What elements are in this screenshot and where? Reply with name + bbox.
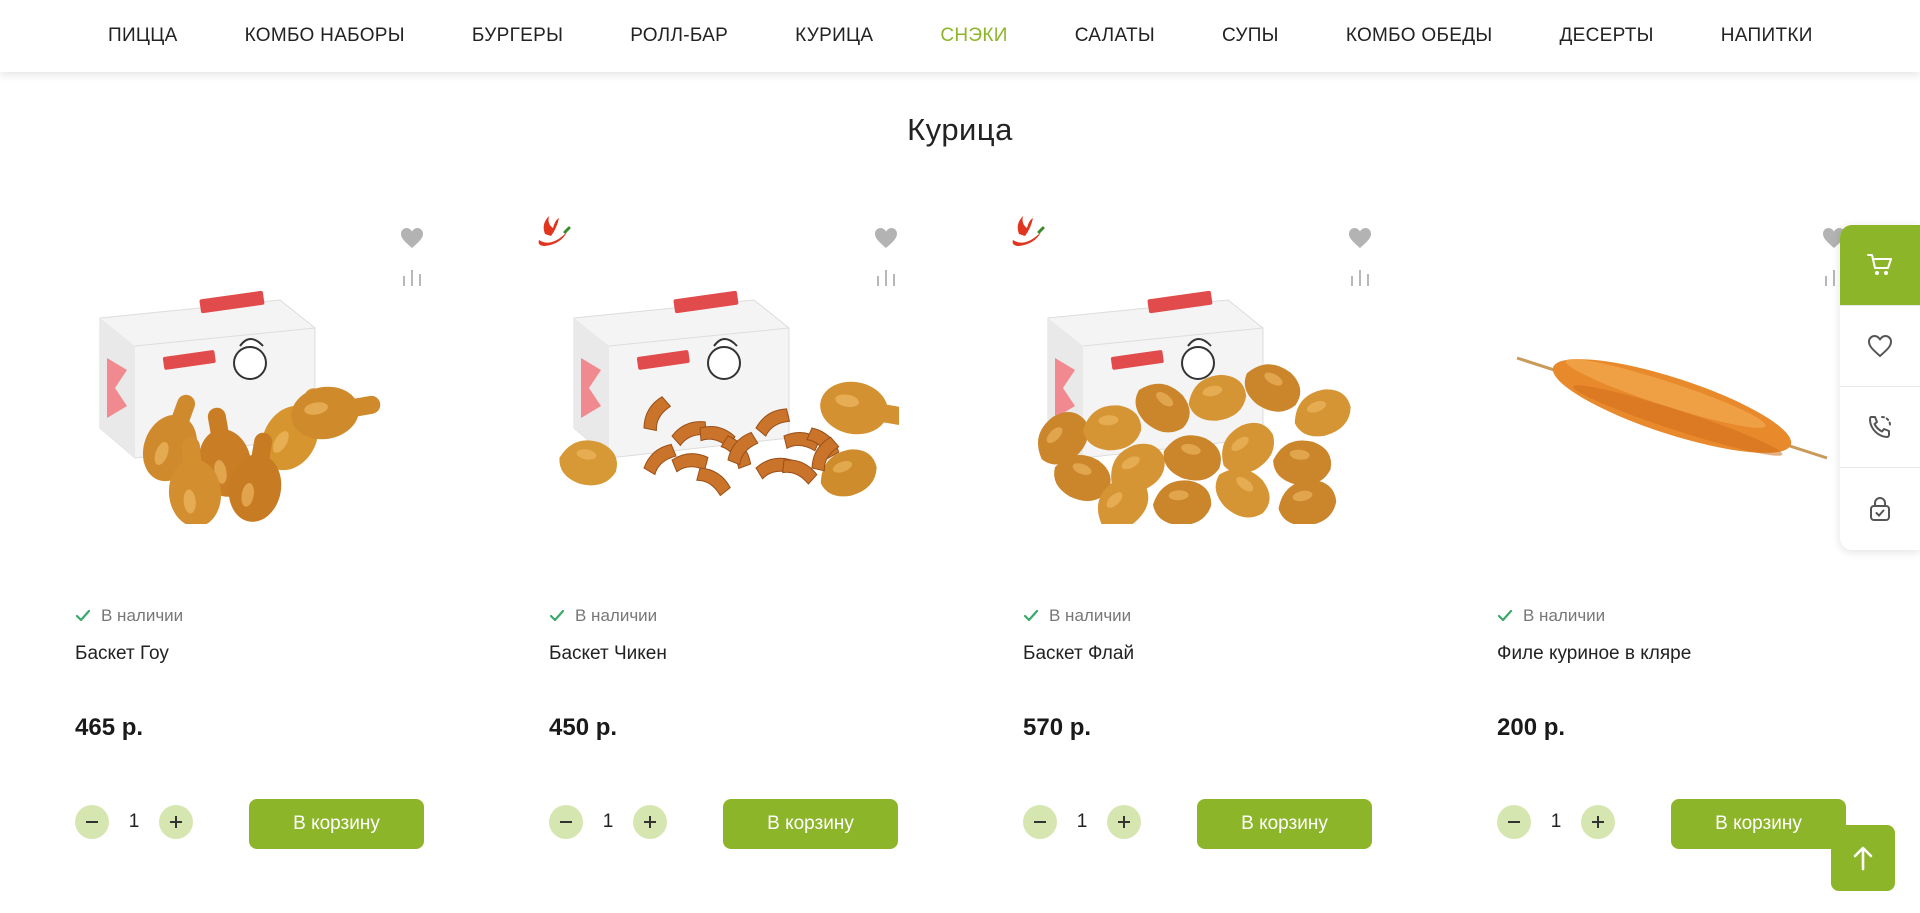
nav-item[interactable]: ПИЦЦА — [108, 25, 178, 47]
minus-icon — [86, 821, 98, 823]
nav-item[interactable]: НАПИТКИ — [1721, 25, 1813, 47]
product-card: В наличии Филе куриное в кляре 200 р. 1 В ко… — [1497, 200, 1847, 860]
nav-item[interactable]: БУРГЕРЫ — [472, 25, 563, 47]
minus-icon — [1508, 821, 1520, 823]
product-name[interactable]: Баскет Чикен — [549, 643, 667, 665]
sidebar-account-button[interactable] — [1840, 468, 1920, 549]
stock-label: В наличии — [1523, 606, 1606, 625]
favorite-icon[interactable] — [399, 226, 425, 250]
sidebar-callback-button[interactable] — [1840, 387, 1920, 468]
check-icon — [549, 609, 565, 622]
cart-icon — [1867, 254, 1892, 275]
quantity-stepper: 1 — [549, 805, 667, 839]
nav-item[interactable]: СУПЫ — [1222, 25, 1279, 47]
chili-icon — [538, 216, 571, 246]
stock-label: В наличии — [101, 606, 184, 625]
nav-item[interactable]: КОМБО ОБЕДЫ — [1346, 25, 1493, 47]
quantity-value[interactable]: 1 — [109, 811, 159, 833]
sidebar-favorites-button[interactable] — [1840, 306, 1920, 387]
favorite-icon[interactable] — [1347, 226, 1373, 250]
plus-icon — [1592, 816, 1604, 828]
product-name[interactable]: Филе куриное в кляре — [1497, 643, 1691, 665]
add-to-cart-button[interactable]: В корзину — [1197, 799, 1372, 849]
decrease-button[interactable] — [549, 805, 583, 839]
quantity-stepper: 1 — [75, 805, 193, 839]
product-image[interactable] — [75, 288, 425, 524]
category-nav-list: ПИЦЦА КОМБО НАБОРЫ БУРГЕРЫ РОЛЛ-БАР КУРИЦА СН… — [108, 25, 1813, 47]
product-card: В наличии Баскет Гоу 465 р. 1 В корзину — [75, 200, 425, 860]
sidebar-cart-button[interactable] — [1840, 225, 1920, 306]
favorite-icon[interactable] — [873, 226, 899, 250]
stock-status: В наличии — [75, 606, 183, 626]
product-image[interactable] — [1023, 288, 1373, 524]
heart-icon — [1868, 335, 1892, 357]
chili-icon — [1012, 216, 1045, 246]
scroll-to-top-button[interactable] — [1831, 825, 1895, 891]
plus-icon — [644, 816, 656, 828]
nav-item[interactable]: САЛАТЫ — [1075, 25, 1155, 47]
nav-item[interactable]: СНЭКИ — [940, 25, 1007, 47]
stock-status: В наличии — [549, 606, 657, 626]
product-card: В наличии Баскет Чикен 450 р. 1 В корзину — [538, 200, 899, 860]
arrow-up-icon — [1853, 846, 1873, 871]
check-icon — [75, 609, 91, 622]
stock-label: В наличии — [575, 606, 658, 625]
product-price: 570 р. — [1023, 714, 1092, 741]
decrease-button[interactable] — [1023, 805, 1057, 839]
decrease-button[interactable] — [75, 805, 109, 839]
quantity-stepper: 1 — [1023, 805, 1141, 839]
minus-icon — [1034, 821, 1046, 823]
section-title: Курица — [907, 112, 1013, 147]
product-price: 200 р. — [1497, 714, 1566, 741]
minus-icon — [560, 821, 572, 823]
category-nav: ПИЦЦА КОМБО НАБОРЫ БУРГЕРЫ РОЛЛ-БАР КУРИЦА СН… — [0, 0, 1920, 72]
stock-label: В наличии — [1049, 606, 1132, 625]
decrease-button[interactable] — [1497, 805, 1531, 839]
check-icon — [1497, 609, 1513, 622]
nav-item[interactable]: РОЛЛ-БАР — [630, 25, 728, 47]
stock-status: В наличии — [1497, 606, 1605, 626]
stock-status: В наличии — [1023, 606, 1131, 626]
lock-icon — [1870, 496, 1890, 521]
product-image[interactable] — [549, 288, 899, 524]
product-image[interactable] — [1497, 288, 1847, 524]
plus-icon — [170, 816, 182, 828]
increase-button[interactable] — [159, 805, 193, 839]
product-card: В наличии Баскет Флай 570 р. 1 В корзину — [1012, 200, 1373, 860]
increase-button[interactable] — [1107, 805, 1141, 839]
plus-icon — [1118, 816, 1130, 828]
compare-icon[interactable] — [401, 268, 423, 286]
add-to-cart-button[interactable]: В корзину — [249, 799, 424, 849]
quantity-value[interactable]: 1 — [1531, 811, 1581, 833]
nav-item[interactable]: ДЕСЕРТЫ — [1560, 25, 1654, 47]
nav-item[interactable]: КОМБО НАБОРЫ — [245, 25, 405, 47]
increase-button[interactable] — [633, 805, 667, 839]
product-price: 450 р. — [549, 714, 618, 741]
phone-icon — [1869, 416, 1891, 438]
floating-sidebar — [1840, 225, 1920, 550]
compare-icon[interactable] — [875, 268, 897, 286]
add-to-cart-button[interactable]: В корзину — [723, 799, 898, 849]
product-price: 465 р. — [75, 714, 144, 741]
check-icon — [1023, 609, 1039, 622]
product-name[interactable]: Баскет Гоу — [75, 643, 169, 665]
product-name[interactable]: Баскет Флай — [1023, 643, 1134, 665]
quantity-value[interactable]: 1 — [583, 811, 633, 833]
nav-item[interactable]: КУРИЦА — [795, 25, 873, 47]
increase-button[interactable] — [1581, 805, 1615, 839]
quantity-value[interactable]: 1 — [1057, 811, 1107, 833]
compare-icon[interactable] — [1349, 268, 1371, 286]
add-to-cart-button[interactable]: В корзину — [1671, 799, 1846, 849]
quantity-stepper: 1 — [1497, 805, 1615, 839]
